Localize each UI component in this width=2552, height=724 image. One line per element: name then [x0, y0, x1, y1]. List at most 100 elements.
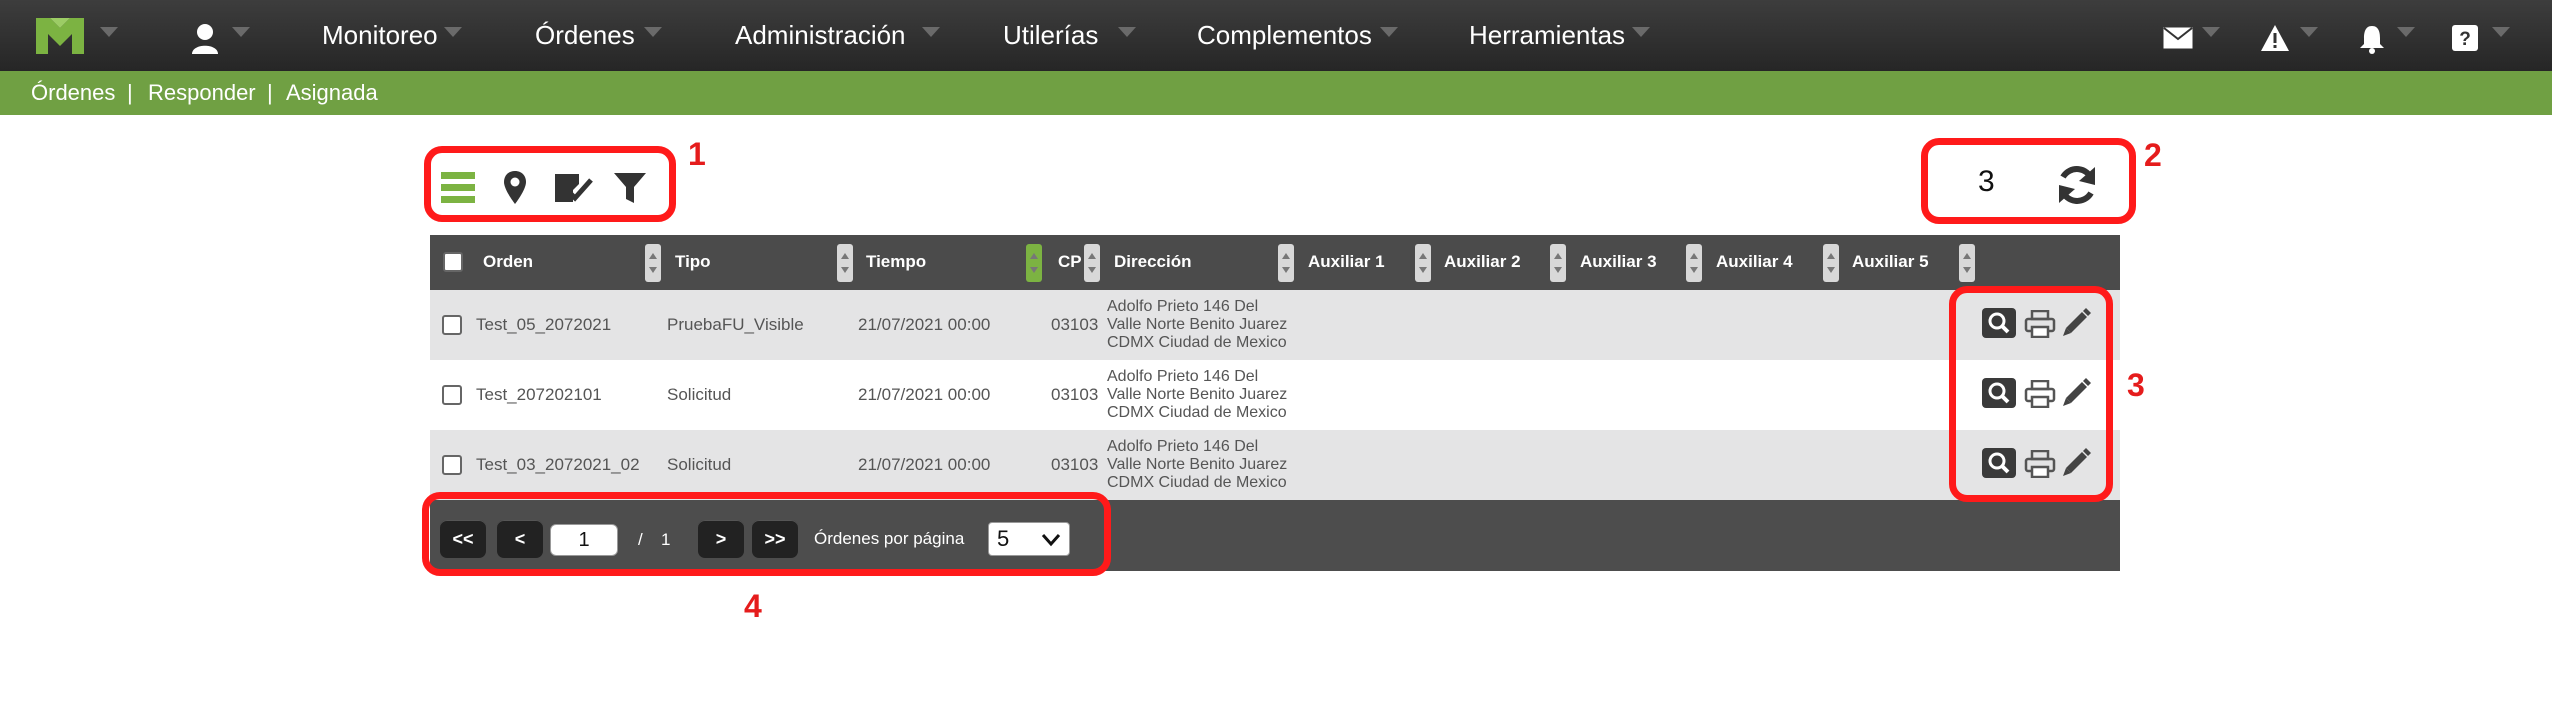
cell-tiempo: 21/07/2021 00:00 [858, 455, 991, 474]
cell-cp: 03103 [1051, 315, 1099, 334]
print-icon[interactable] [2024, 310, 2056, 338]
cell-tipo: Solicitud [667, 455, 732, 474]
chevron-down-icon[interactable] [1118, 27, 1136, 37]
column-header-auxiliar-2[interactable]: Auxiliar 2 [1444, 252, 1521, 272]
nav-administracion[interactable]: Administración [735, 20, 906, 51]
view-order-button[interactable] [1982, 448, 2016, 478]
app-logo-icon[interactable] [32, 14, 88, 58]
address-line: Valle Norte Benito Juarez [1107, 456, 1288, 473]
search-icon [1988, 312, 2010, 334]
list-view-icon[interactable] [441, 170, 475, 206]
nav-herramientas[interactable]: Herramientas [1469, 20, 1625, 51]
cell-tiempo: 21/07/2021 00:00 [858, 385, 991, 404]
column-header-tiempo[interactable]: Tiempo [866, 252, 926, 272]
breadcrumb-ordenes[interactable]: Órdenes [31, 80, 115, 106]
user-profile-icon[interactable] [190, 22, 220, 54]
mail-caret-icon[interactable] [2202, 27, 2220, 37]
cell-direccion: Adolfo Prieto 146 Del Valle Norte Benito… [1107, 438, 1307, 492]
column-header-tipo[interactable]: Tipo [675, 252, 711, 272]
search-icon [1988, 382, 2010, 404]
warning-caret-icon[interactable] [2300, 27, 2318, 37]
help-icon[interactable]: ? [2451, 24, 2479, 52]
sort-auxiliar-1-icon[interactable] [1415, 244, 1431, 282]
column-header-orden[interactable]: Orden [483, 252, 533, 272]
chevron-down-icon[interactable] [444, 27, 462, 37]
order-count: 3 [1978, 165, 1995, 198]
edit-pencil-icon[interactable] [2060, 446, 2092, 478]
nav-complementos[interactable]: Complementos [1197, 20, 1372, 51]
sort-orden-icon[interactable] [645, 244, 661, 282]
refresh-icon[interactable] [2055, 163, 2099, 207]
nav-ordenes[interactable]: Órdenes [535, 20, 635, 51]
address-line: CDMX Ciudad de Mexico [1107, 334, 1287, 351]
sort-auxiliar-3-icon[interactable] [1686, 244, 1702, 282]
breadcrumb-responder[interactable]: Responder [148, 80, 256, 106]
address-line: CDMX Ciudad de Mexico [1107, 404, 1287, 421]
map-pin-icon[interactable] [503, 170, 527, 206]
help-caret-icon[interactable] [2492, 27, 2510, 37]
table-row[interactable]: Test_05_2072021 PruebaFU_Visible 21/07/2… [430, 290, 2120, 360]
address-line: Adolfo Prieto 146 Del [1107, 368, 1259, 385]
mail-icon[interactable] [2163, 27, 2193, 49]
cell-direccion: Adolfo Prieto 146 Del Valle Norte Benito… [1107, 368, 1307, 422]
cell-tipo: PruebaFU_Visible [667, 315, 804, 334]
sort-tiempo-icon[interactable] [1026, 244, 1042, 282]
edit-pencil-icon[interactable] [2060, 306, 2092, 338]
cell-orden: Test_03_2072021_02 [476, 455, 640, 474]
cell-tiempo: 21/07/2021 00:00 [858, 315, 991, 334]
sort-direccion-icon[interactable] [1278, 244, 1294, 282]
cell-tipo: Solicitud [667, 385, 732, 404]
svg-text:?: ? [2459, 29, 2471, 50]
filter-icon[interactable] [613, 170, 647, 206]
assign-check-icon[interactable] [553, 170, 593, 206]
user-menu-caret-icon[interactable] [232, 27, 250, 37]
bell-icon[interactable] [2358, 24, 2386, 54]
row-checkbox[interactable] [442, 385, 462, 405]
edit-pencil-icon[interactable] [2060, 376, 2092, 408]
sort-auxiliar-2-icon[interactable] [1550, 244, 1566, 282]
callout-label-3: 3 [2127, 367, 2145, 403]
bell-caret-icon[interactable] [2397, 27, 2415, 37]
print-icon[interactable] [2024, 450, 2056, 478]
chevron-down-icon[interactable] [1632, 27, 1650, 37]
sort-auxiliar-5-icon[interactable] [1959, 244, 1975, 282]
nav-utilerias[interactable]: Utilerías [1003, 20, 1098, 51]
column-header-auxiliar-1[interactable]: Auxiliar 1 [1308, 252, 1385, 272]
view-order-button[interactable] [1982, 378, 2016, 408]
grid-header: Orden Tipo Tiempo CP Dirección Auxiliar … [430, 235, 2120, 290]
address-line: Valle Norte Benito Juarez [1107, 316, 1288, 333]
callout-label-2: 2 [2144, 137, 2162, 173]
cell-orden: Test_05_2072021 [476, 315, 612, 334]
table-row[interactable]: Test_03_2072021_02 Solicitud 21/07/2021 … [430, 430, 2120, 500]
sort-cp-icon[interactable] [1084, 244, 1100, 282]
address-line: Valle Norte Benito Juarez [1107, 386, 1288, 403]
column-header-auxiliar-4[interactable]: Auxiliar 4 [1716, 252, 1793, 272]
callout-label-4: 4 [744, 588, 762, 624]
chevron-down-icon[interactable] [644, 27, 662, 37]
view-order-button[interactable] [1982, 308, 2016, 338]
chevron-down-icon[interactable] [1380, 27, 1398, 37]
row-checkbox[interactable] [442, 315, 462, 335]
breadcrumb-asignada[interactable]: Asignada [286, 80, 378, 106]
logo-menu-caret-icon[interactable] [100, 27, 118, 37]
column-header-direccion[interactable]: Dirección [1114, 252, 1191, 272]
breadcrumb-separator: | [267, 80, 273, 105]
sort-tipo-icon[interactable] [837, 244, 853, 282]
cell-orden: Test_207202101 [476, 385, 602, 404]
sort-auxiliar-4-icon[interactable] [1823, 244, 1839, 282]
cell-cp: 03103 [1051, 455, 1099, 474]
column-header-auxiliar-3[interactable]: Auxiliar 3 [1580, 252, 1657, 272]
table-row[interactable]: Test_207202101 Solicitud 21/07/2021 00:0… [430, 360, 2120, 430]
column-header-auxiliar-5[interactable]: Auxiliar 5 [1852, 252, 1929, 272]
column-header-cp[interactable]: CP [1058, 252, 1082, 272]
chevron-down-icon[interactable] [922, 27, 940, 37]
row-checkbox[interactable] [442, 455, 462, 475]
print-icon[interactable] [2024, 380, 2056, 408]
warning-icon[interactable] [2260, 24, 2290, 52]
callout-label-1: 1 [688, 136, 706, 172]
address-line: Adolfo Prieto 146 Del [1107, 298, 1259, 315]
breadcrumb: Órdenes | Responder | Asignada [0, 71, 2552, 115]
select-all-checkbox[interactable] [443, 252, 463, 272]
address-line: Adolfo Prieto 146 Del [1107, 438, 1259, 455]
nav-monitoreo[interactable]: Monitoreo [322, 20, 438, 51]
